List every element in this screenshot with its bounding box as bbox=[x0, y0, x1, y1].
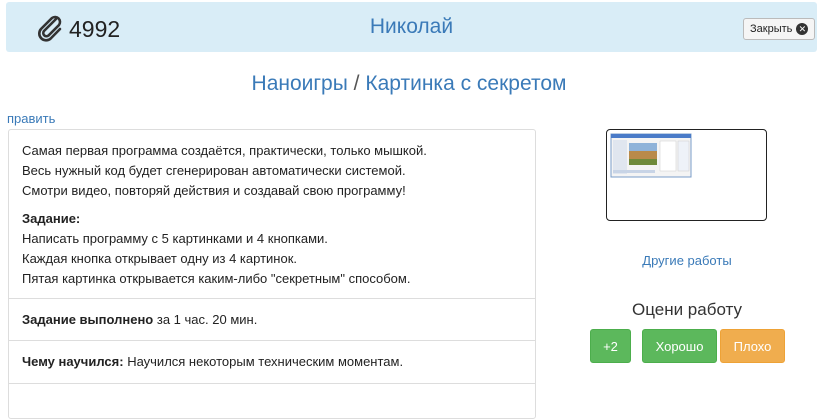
work-title-link[interactable]: Картинка с секретом bbox=[365, 72, 566, 95]
plus-two-button[interactable]: +2 bbox=[590, 329, 631, 363]
completed-label: Задание выполнено bbox=[22, 311, 154, 327]
description-panel: Самая первая программа создаётся, практи… bbox=[8, 129, 536, 419]
close-button[interactable]: Закрыть ✕ bbox=[743, 18, 816, 40]
task-line: Каждая кнопка открывает одну из 4 картин… bbox=[22, 251, 297, 266]
rate-label: Оцени работу bbox=[631, 300, 743, 319]
completed-section: Задание выполнено за 1 час. 20 мин. bbox=[9, 299, 535, 341]
bad-button[interactable]: Плохо bbox=[720, 329, 785, 363]
task-line: Написать программу с 5 картинками и 4 кн… bbox=[22, 231, 328, 246]
description-line: Самая первая программа создаётся, практи… bbox=[22, 143, 427, 158]
other-works-link[interactable]: Другие работы bbox=[607, 253, 767, 268]
category-link[interactable]: Наноигры bbox=[252, 72, 348, 95]
task-label: Задание: bbox=[22, 211, 81, 226]
close-button-label: Закрыть bbox=[750, 23, 793, 35]
edit-link[interactable]: править bbox=[7, 111, 55, 126]
learned-section: Чему научился: Научился некоторым технич… bbox=[9, 341, 535, 384]
task-line: Пятая картинка открывается каким-либо "с… bbox=[22, 271, 411, 286]
title-separator: / bbox=[353, 72, 360, 95]
description-line: Смотри видео, повторяй действия и создав… bbox=[22, 183, 406, 198]
good-button[interactable]: Хорошо bbox=[642, 329, 717, 363]
author-name: Николай bbox=[369, 15, 454, 38]
screenshot-thumbnail[interactable] bbox=[606, 129, 767, 221]
learned-value: Научился некоторым техническим моментам. bbox=[127, 354, 404, 369]
header-bar: 4992 Николай Закрыть ✕ bbox=[6, 2, 817, 52]
page-title: Наноигры / Картинка с секретом bbox=[0, 72, 818, 96]
close-circle-icon: ✕ bbox=[796, 23, 809, 35]
completed-value: за 1 час. 20 мин. bbox=[156, 311, 258, 327]
description-line: Весь нужный код будет сгенерирован автом… bbox=[22, 163, 406, 178]
thumbnail-image bbox=[610, 133, 692, 178]
learned-label: Чему научился: bbox=[22, 354, 124, 369]
description-section: Самая первая программа создаётся, практи… bbox=[9, 130, 535, 299]
